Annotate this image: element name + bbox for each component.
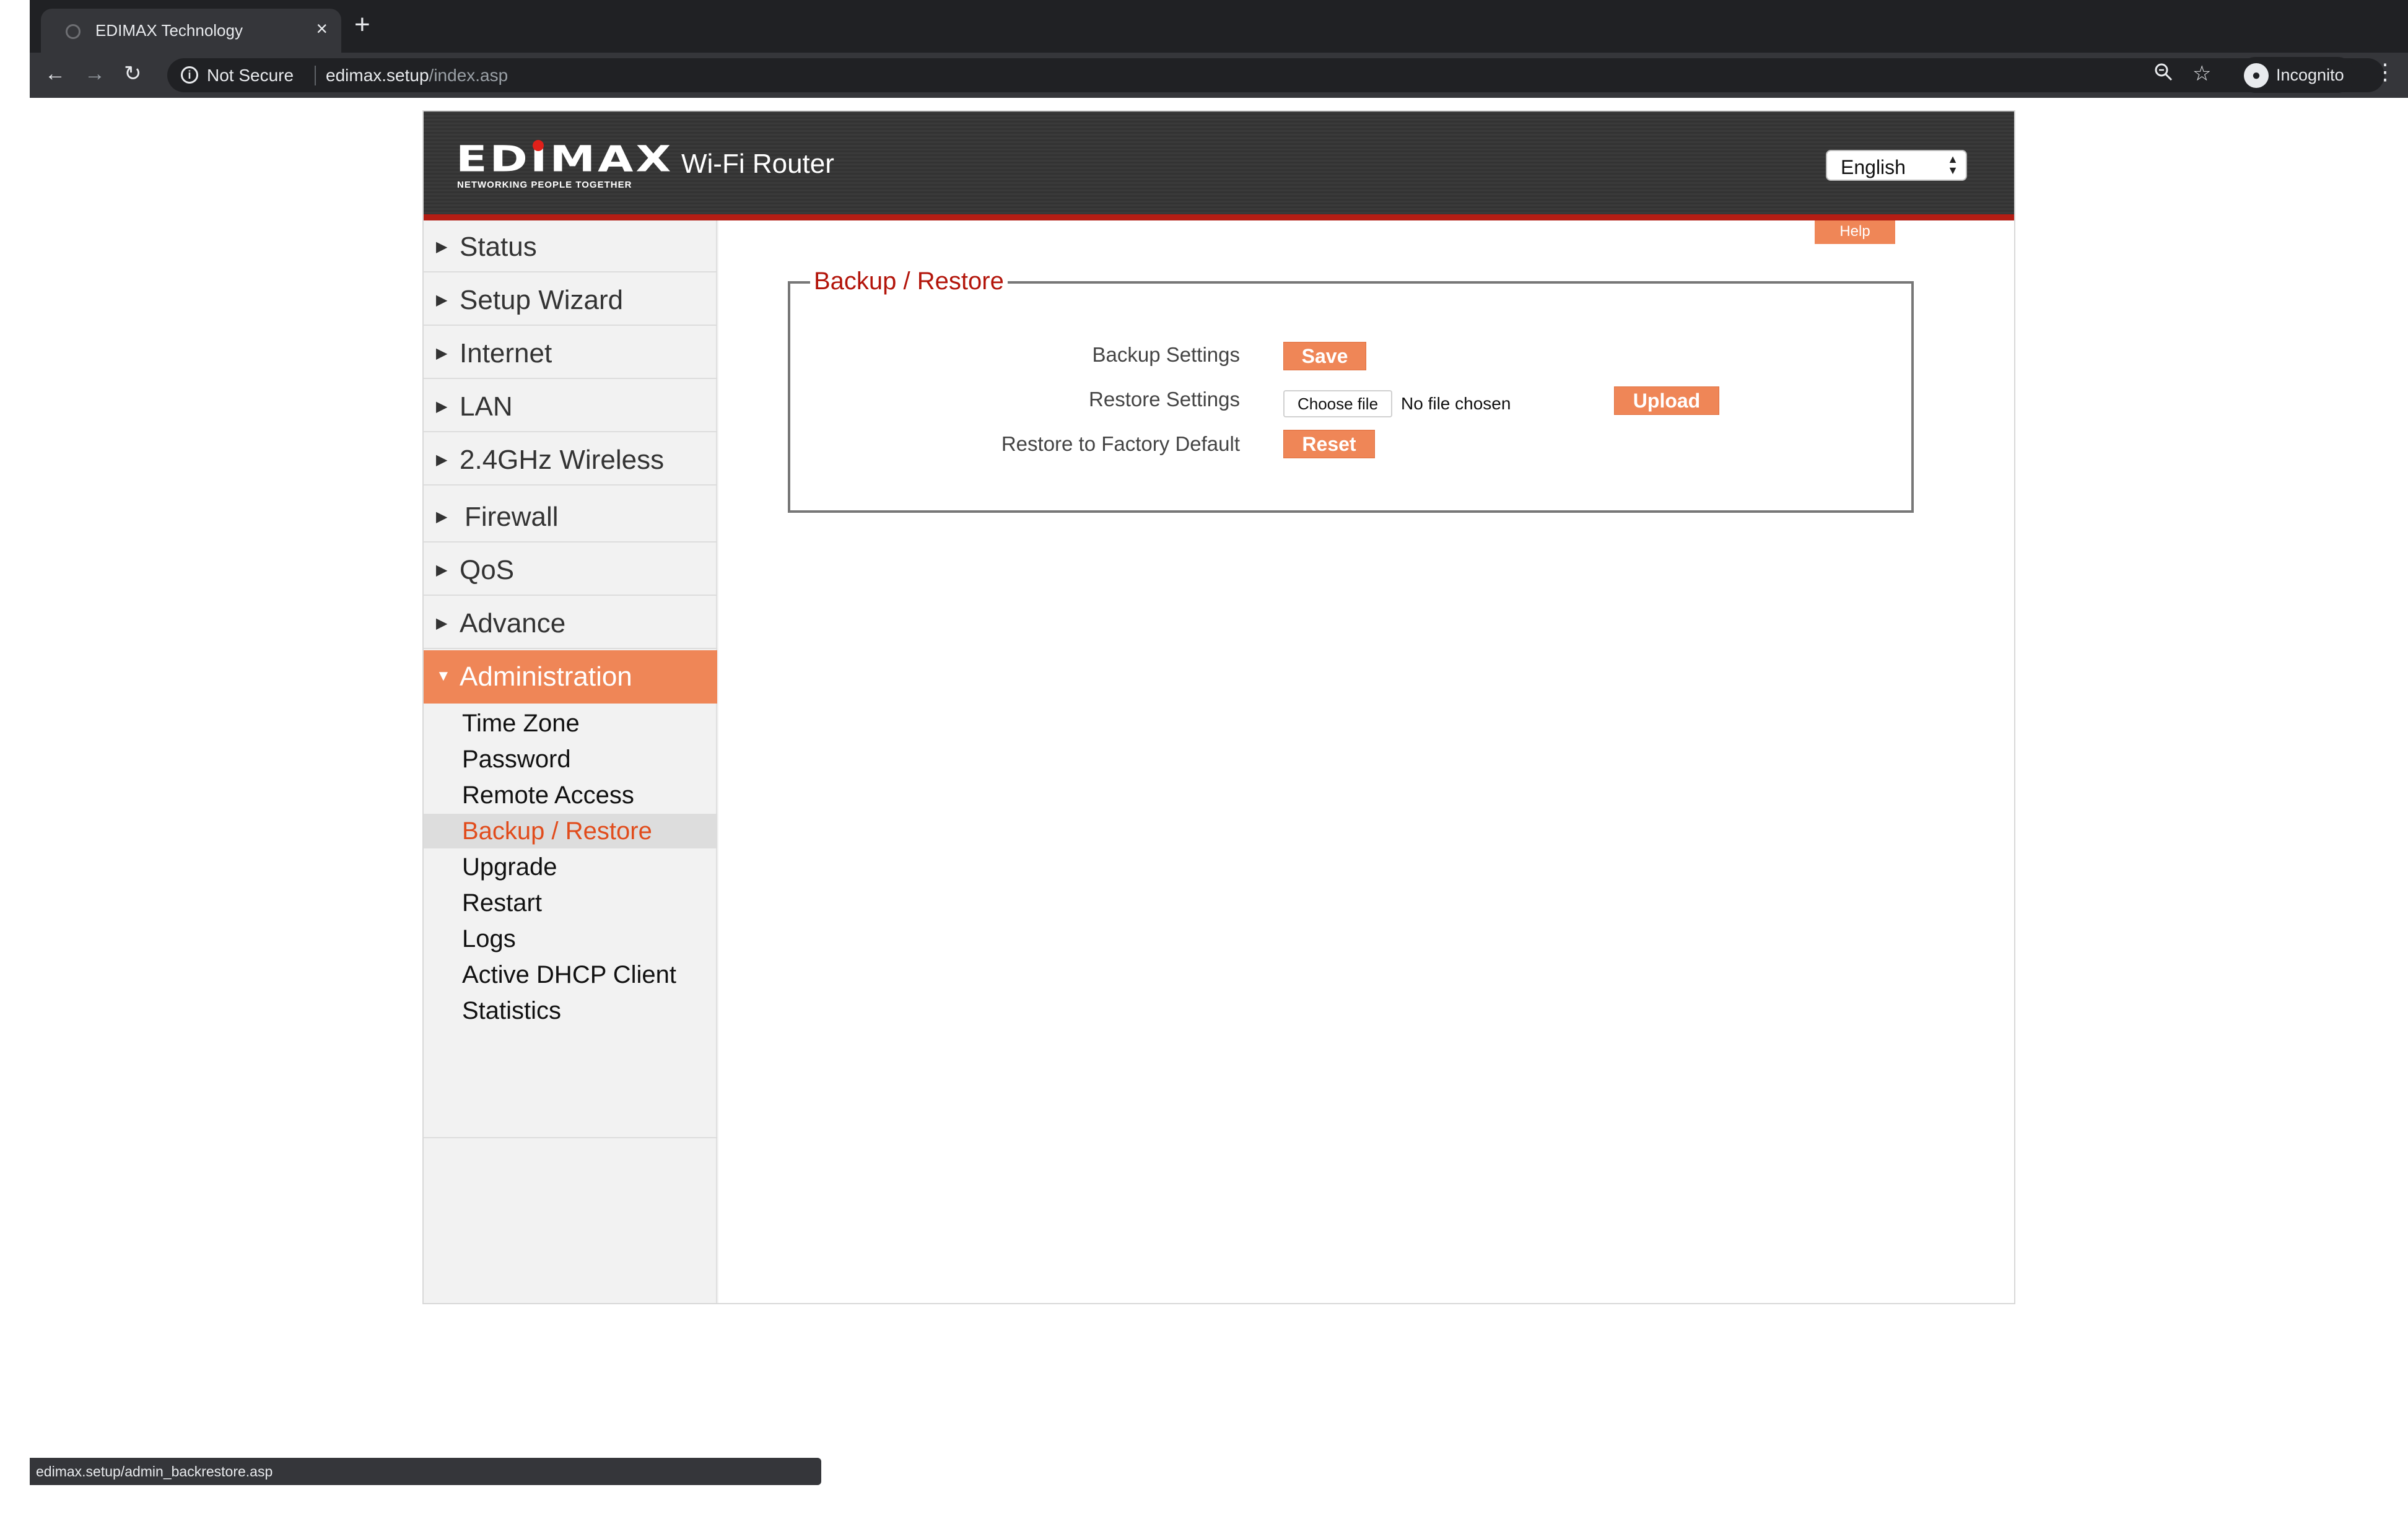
language-value: English xyxy=(1841,156,1906,178)
new-tab-button[interactable]: + xyxy=(354,11,370,38)
security-label[interactable]: Not Secure xyxy=(207,66,294,85)
submenu-password[interactable]: Password xyxy=(424,742,717,777)
profile-label: Incognito xyxy=(2276,66,2344,84)
choose-file-button[interactable]: Choose file xyxy=(1283,390,1392,417)
triangle-right-icon: ▶ xyxy=(436,398,448,415)
url-path: /index.asp xyxy=(429,66,508,85)
submenu-label: Statistics xyxy=(462,997,562,1024)
bookmark-star-icon[interactable]: ☆ xyxy=(2192,61,2211,86)
reload-icon[interactable]: ↻ xyxy=(124,61,142,86)
submenu-upgrade[interactable]: Upgrade xyxy=(424,850,717,884)
sidebar-item-internet[interactable]: ▶ Internet xyxy=(424,327,717,379)
triangle-right-icon: ▶ xyxy=(436,508,448,525)
sidebar-item-wireless[interactable]: ▶ 2.4GHz Wireless xyxy=(424,434,717,486)
url-host: edimax.setup xyxy=(326,66,429,85)
incognito-profile-button[interactable]: ● Incognito xyxy=(2238,57,2355,93)
status-url-text: edimax.setup/admin_backrestore.asp xyxy=(36,1463,273,1480)
globe-icon xyxy=(66,24,81,39)
browser-chrome: EDIMAX Technology × + ← → ↻ i Not Secure… xyxy=(30,0,2408,98)
edimax-logo: EDIMAX NETWORKING PEOPLE TOGETHER xyxy=(456,140,671,196)
submenu-label: Time Zone xyxy=(462,710,580,737)
url-text[interactable]: edimax.setup/index.asp xyxy=(326,66,508,85)
submenu-label: Active DHCP Client xyxy=(462,961,677,988)
file-status-text: No file chosen xyxy=(1401,394,1511,413)
triangle-right-icon: ▶ xyxy=(436,615,448,632)
panel-title: Backup / Restore xyxy=(810,268,1008,295)
zoom-icon-glyph xyxy=(2155,63,2173,81)
submenu-statistics[interactable]: Statistics xyxy=(424,993,717,1028)
sidebar-item-label: Administration xyxy=(460,661,632,692)
sidebar-item-status[interactable]: ▶ Status xyxy=(424,220,717,272)
submenu-label: Upgrade xyxy=(462,853,557,881)
save-button[interactable]: Save xyxy=(1283,342,1366,370)
sidebar-item-lan[interactable]: ▶ LAN xyxy=(424,380,717,432)
close-tab-icon[interactable]: × xyxy=(316,17,328,40)
help-button[interactable]: Help xyxy=(1815,220,1895,244)
kebab-menu-icon[interactable]: ⋮ xyxy=(2374,59,2396,85)
sidebar-item-label: LAN xyxy=(460,391,513,422)
tab-title: EDIMAX Technology xyxy=(95,21,243,40)
sidebar-item-qos[interactable]: ▶ QoS xyxy=(424,544,717,596)
submenu-remote-access[interactable]: Remote Access xyxy=(424,778,717,813)
header-red-stripe xyxy=(424,214,2014,220)
router-admin-page: EDIMAX NETWORKING PEOPLE TOGETHER Wi-Fi … xyxy=(422,110,2015,1304)
submenu-label: Restart xyxy=(462,889,542,917)
submenu-label: Remote Access xyxy=(462,782,634,809)
submenu-restart[interactable]: Restart xyxy=(424,886,717,920)
sidebar-item-advance[interactable]: ▶ Advance xyxy=(424,597,717,649)
info-icon[interactable]: i xyxy=(181,66,198,84)
tab-strip: EDIMAX Technology × + xyxy=(30,0,2408,53)
incognito-icon: ● xyxy=(2244,63,2269,88)
submenu-label: Logs xyxy=(462,925,516,952)
sidebar-item-firewall[interactable]: ▶ Firewall xyxy=(424,487,717,543)
restore-settings-label: Restore Settings xyxy=(1089,388,1240,411)
link-status-bubble: edimax.setup/admin_backrestore.asp xyxy=(30,1458,821,1485)
triangle-right-icon: ▶ xyxy=(436,238,448,255)
submenu-backup-restore[interactable]: Backup / Restore xyxy=(424,814,717,848)
factory-default-label: Restore to Factory Default xyxy=(1001,432,1240,455)
sidebar-item-label: Setup Wizard xyxy=(460,285,624,315)
sidebar-item-label: Advance xyxy=(460,608,566,638)
triangle-right-icon: ▶ xyxy=(436,345,448,362)
triangle-down-icon: ▼ xyxy=(436,668,451,684)
sidebar-item-label: Firewall xyxy=(465,502,559,532)
zoom-icon[interactable] xyxy=(2154,63,2173,86)
submenu-logs[interactable]: Logs xyxy=(424,922,717,956)
language-select[interactable]: English ▲ ▼ xyxy=(1826,150,1967,181)
main-content: Help Backup / Restore Backup Settings Sa… xyxy=(718,220,2014,1303)
sidebar-item-administration[interactable]: ▼ Administration xyxy=(424,650,717,704)
sidebar-item-label: 2.4GHz Wireless xyxy=(460,445,665,475)
reset-button[interactable]: Reset xyxy=(1283,430,1375,458)
submenu-divider xyxy=(424,1137,717,1138)
address-bar[interactable]: i Not Secure edimax.setup/index.asp xyxy=(167,58,2384,92)
logo-wordmark: EDIMAX xyxy=(456,138,674,180)
browser-toolbar: ← → ↻ i Not Secure edimax.setup/index.as… xyxy=(30,53,2408,98)
back-icon[interactable]: ← xyxy=(45,61,66,86)
logo-tagline: NETWORKING PEOPLE TOGETHER xyxy=(457,180,632,190)
browser-tab[interactable]: EDIMAX Technology × xyxy=(41,9,341,53)
product-title: Wi-Fi Router xyxy=(681,149,834,179)
select-arrows-icon: ▲ ▼ xyxy=(1947,153,1958,177)
triangle-right-icon: ▶ xyxy=(436,451,448,468)
sidebar-nav: ▶ Status ▶ Setup Wizard ▶ Internet ▶ LAN… xyxy=(424,220,717,1303)
submenu-active-dhcp-client[interactable]: Active DHCP Client xyxy=(424,957,717,992)
sidebar-item-label: QoS xyxy=(460,555,515,585)
sidebar-item-label: Status xyxy=(460,232,537,262)
forward-icon[interactable]: → xyxy=(84,61,105,86)
backup-restore-panel: Backup / Restore Backup Settings Save Re… xyxy=(788,268,1914,513)
triangle-right-icon: ▶ xyxy=(436,562,448,578)
submenu-label: Password xyxy=(462,746,571,773)
triangle-right-icon: ▶ xyxy=(436,292,448,308)
submenu-time-zone[interactable]: Time Zone xyxy=(424,706,717,741)
sidebar-item-label: Internet xyxy=(460,338,552,368)
backup-settings-label: Backup Settings xyxy=(1092,343,1240,366)
logo-red-dot xyxy=(533,140,544,151)
submenu-label: Backup / Restore xyxy=(462,817,652,845)
sidebar-item-setup-wizard[interactable]: ▶ Setup Wizard xyxy=(424,274,717,326)
address-separator xyxy=(315,66,316,85)
upload-button[interactable]: Upload xyxy=(1614,386,1719,415)
page-header: EDIMAX NETWORKING PEOPLE TOGETHER Wi-Fi … xyxy=(424,111,2014,220)
